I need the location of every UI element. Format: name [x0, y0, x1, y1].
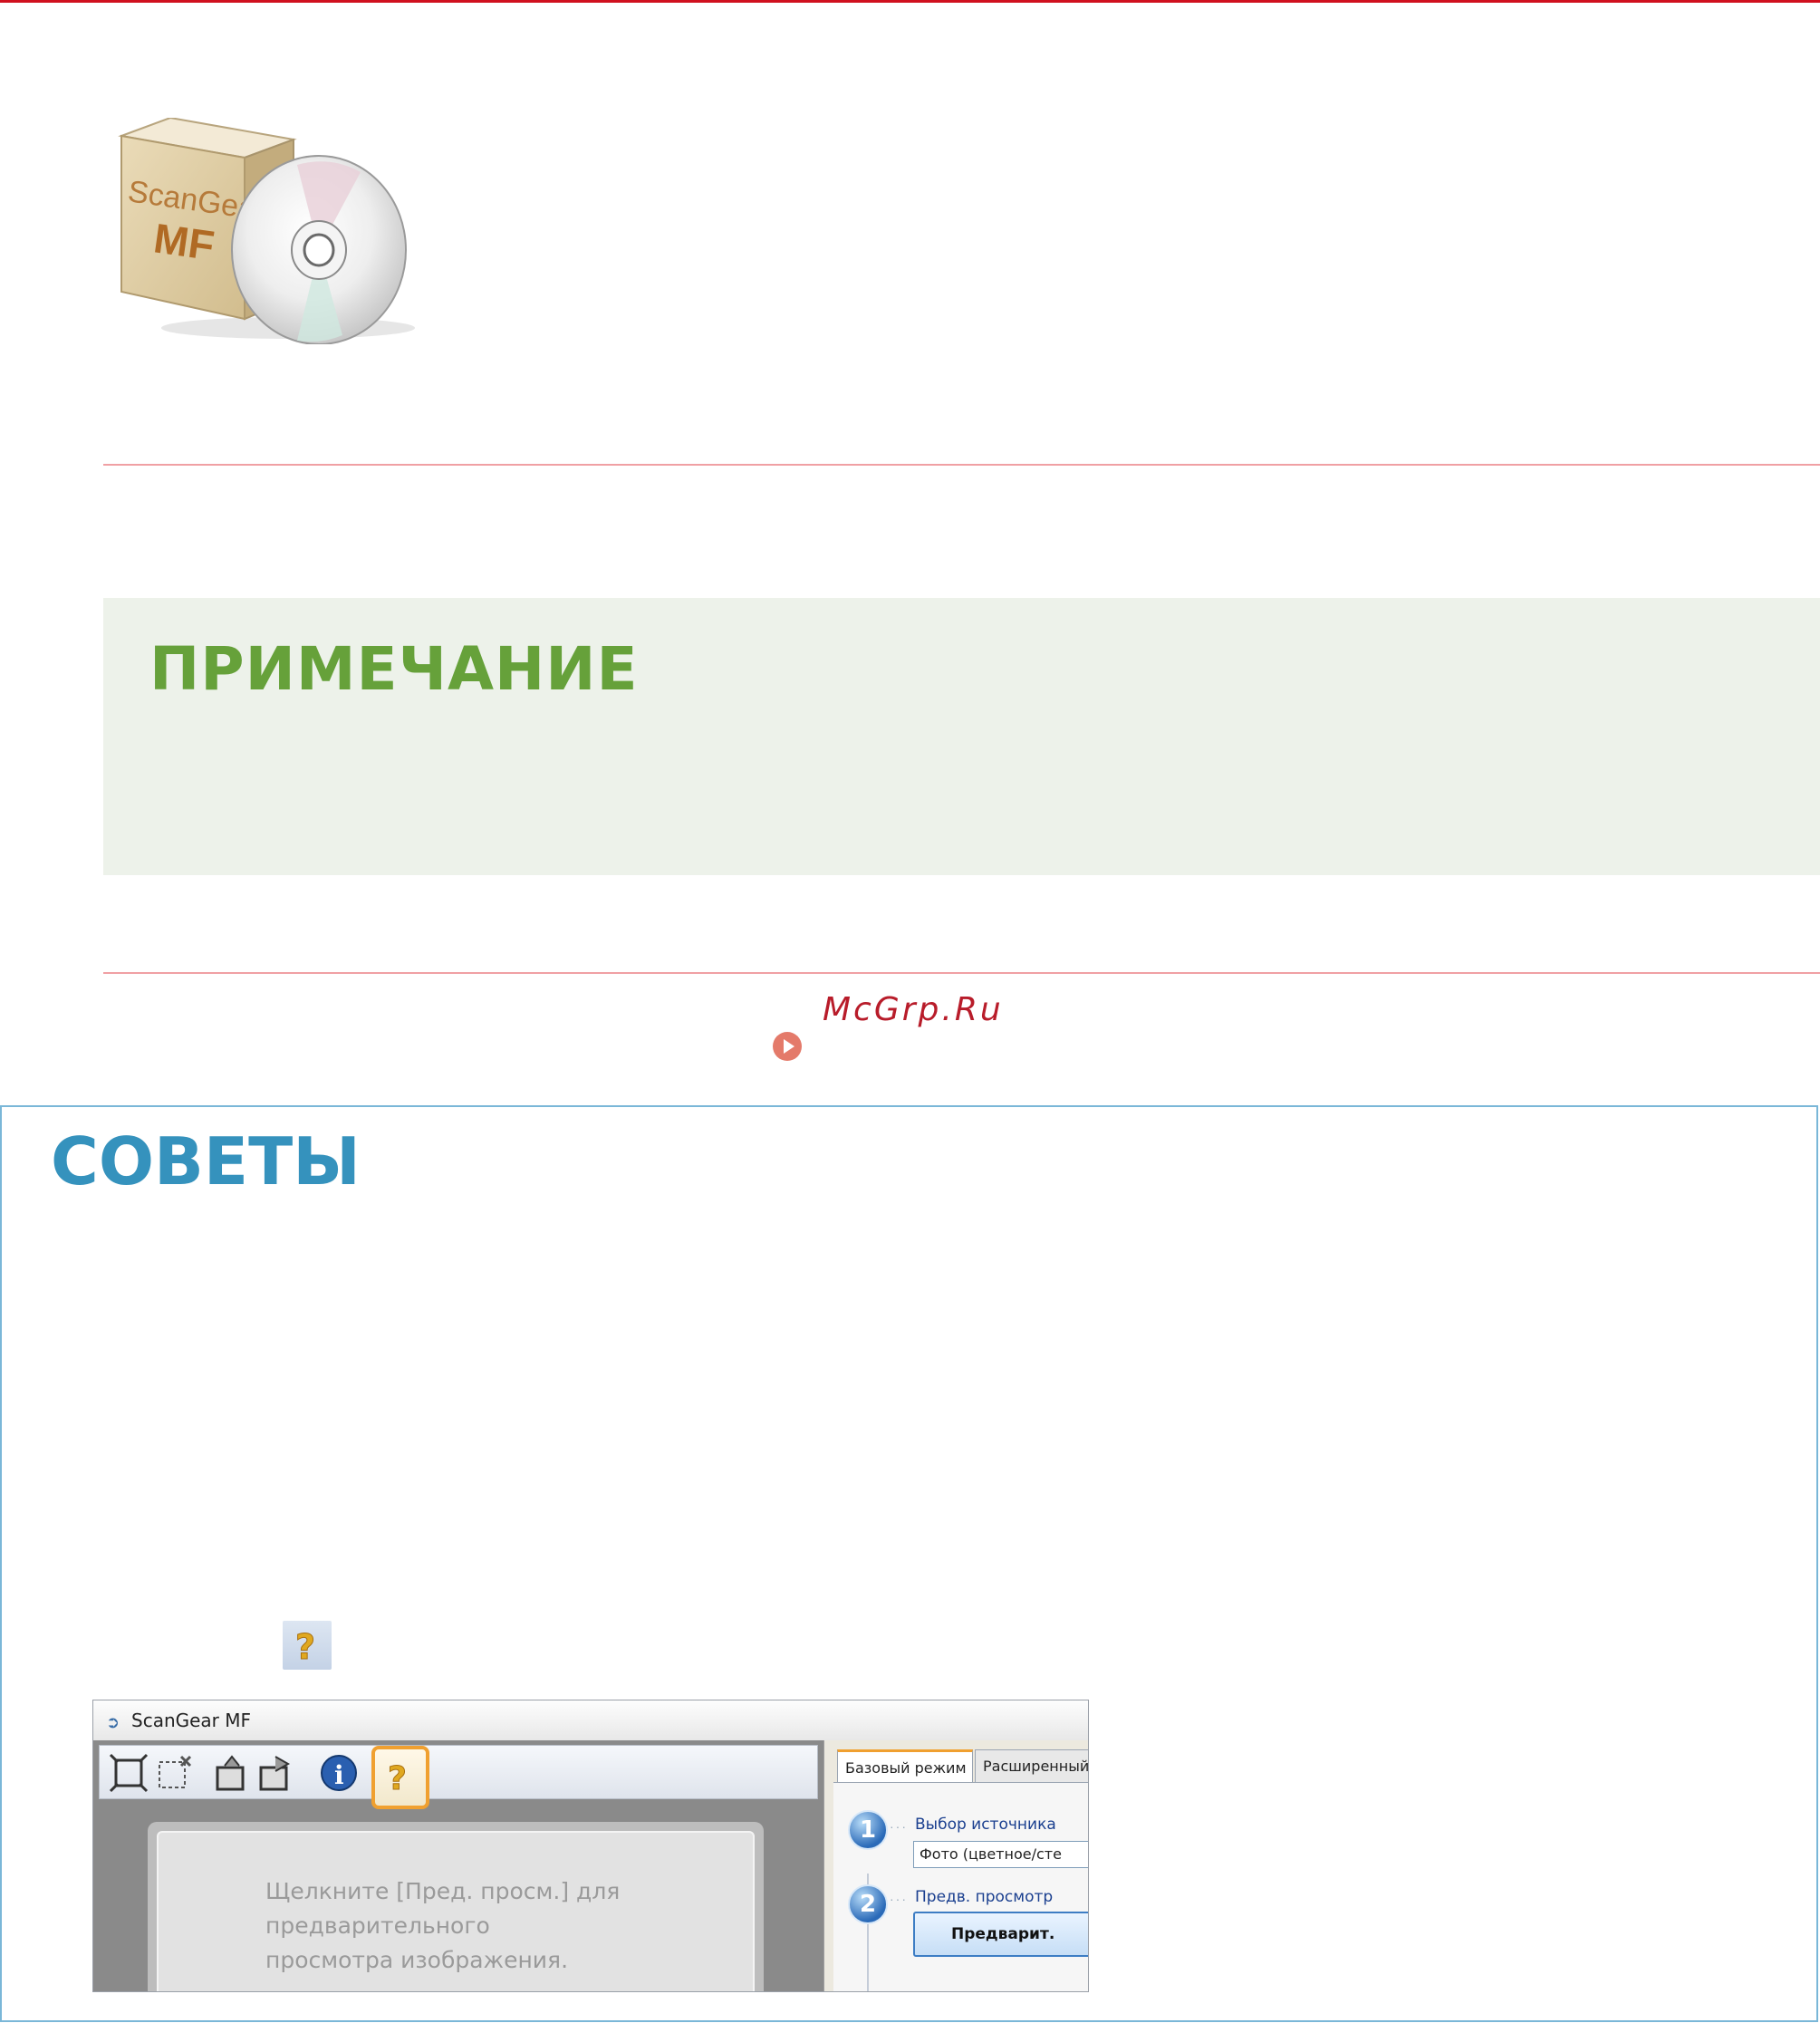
- step-2-badge: 2: [848, 1884, 888, 1924]
- step-1-label: Выбор источника: [915, 1816, 1056, 1834]
- scangear-window: ➲ ScanGear MF i ? Щелкните [Пред. просм.…: [92, 1700, 1089, 1992]
- source-select[interactable]: Фото (цветное/сте: [913, 1841, 1088, 1868]
- svg-text:?: ?: [295, 1627, 315, 1667]
- svg-text:?: ?: [388, 1760, 407, 1797]
- rotate-right-icon[interactable]: [255, 1753, 295, 1793]
- rotate-left-icon[interactable]: [212, 1753, 252, 1793]
- help-button[interactable]: ?: [371, 1746, 429, 1809]
- svg-text:i: i: [334, 1760, 344, 1790]
- help-question-icon: ?: [283, 1621, 332, 1670]
- box-label-line2: MF: [151, 214, 217, 269]
- tab-advanced-mode[interactable]: Расширенный р: [975, 1749, 1088, 1782]
- preview-hint-text: Щелкните [Пред. просм.] для предваритель…: [265, 1878, 621, 1973]
- app-icon: ➲: [106, 1713, 120, 1731]
- fit-page-icon[interactable]: [109, 1753, 149, 1793]
- info-icon[interactable]: i: [319, 1753, 359, 1793]
- cd-disc-icon: [231, 155, 407, 345]
- preview-pane: i ? Щелкните [Пред. просм.] для предвари…: [93, 1740, 823, 1991]
- top-rule: [0, 0, 1820, 3]
- note-title: ПРИМЕЧАНИЕ: [149, 634, 639, 704]
- window-title: ScanGear MF: [131, 1710, 252, 1731]
- section-divider: [103, 464, 1820, 466]
- watermark-text: McGrp.Ru: [823, 991, 1004, 1028]
- step-dots: ···: [890, 1819, 908, 1834]
- window-titlebar: ➲ ScanGear MF: [93, 1700, 1088, 1741]
- section-divider: [103, 972, 1820, 974]
- step-dots: ···: [890, 1892, 908, 1906]
- step-2-label: Предв. просмотр: [915, 1888, 1054, 1906]
- tips-title: СОВЕТЫ: [51, 1123, 361, 1199]
- toolbar: i ?: [99, 1745, 818, 1809]
- preview-button[interactable]: Предварит.: [913, 1912, 1088, 1957]
- help-question-icon: ?: [388, 1760, 408, 1798]
- tab-basic-mode[interactable]: Базовый режим: [837, 1749, 973, 1782]
- basic-mode-panel: 1 ··· Выбор источника Фото (цветное/сте …: [833, 1782, 1088, 1991]
- product-box-icon: ScanGear MF: [116, 116, 424, 345]
- settings-pane: Базовый режим Расширенный р 1 ··· Выбор …: [823, 1740, 1088, 1991]
- link-arrow-icon[interactable]: [772, 1031, 803, 1062]
- step-1-badge: 1: [848, 1810, 888, 1850]
- deselect-icon[interactable]: [154, 1753, 194, 1793]
